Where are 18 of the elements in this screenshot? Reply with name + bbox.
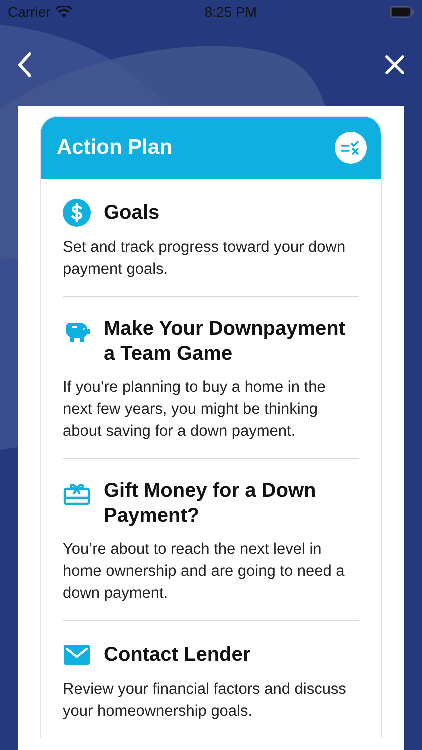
close-icon [385, 55, 405, 75]
carrier-label: Carrier [8, 4, 51, 20]
checklist-icon [341, 140, 361, 156]
dollar-icon [63, 199, 91, 227]
item-description: Set and track progress toward your down payment goals. [63, 238, 347, 280]
item-title[interactable]: Gift Money for a Down Payment? [104, 479, 359, 529]
checklist-button[interactable] [335, 132, 367, 164]
time-label: 8:25 PM [204, 4, 257, 20]
item-description: If you’re planning to buy a home in the next few years, you might be thinking about saving for a down payment. [63, 378, 327, 442]
card-title: Action Plan [57, 136, 173, 160]
battery-icon [390, 6, 414, 18]
item-title[interactable]: Make Your Downpayment a Team Game [104, 317, 359, 367]
item-description: You’re about to reach the next level in home ownership and are going to need a down payment. [63, 540, 346, 604]
item-title[interactable]: Contact Lender [104, 642, 251, 668]
item-description: Review your financial factors and discuss your homeownership goals. [63, 680, 348, 722]
wifi-icon [56, 6, 72, 18]
item-title[interactable]: Goals [104, 200, 160, 226]
back-icon [18, 52, 32, 78]
